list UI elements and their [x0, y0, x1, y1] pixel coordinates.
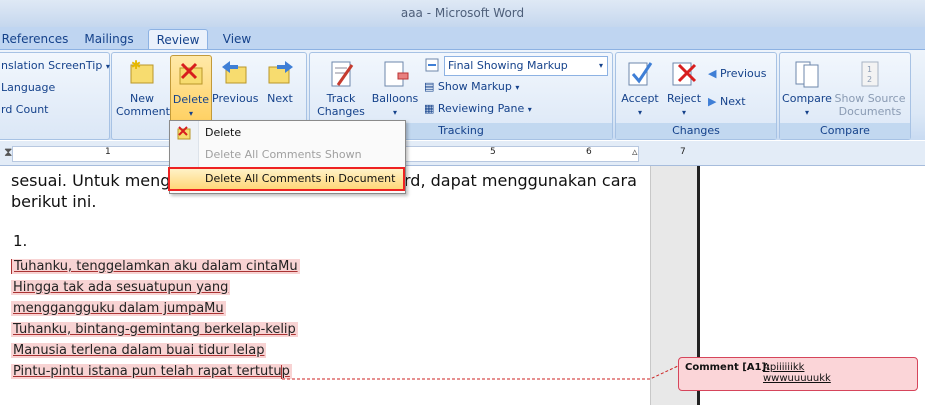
- svg-text:2: 2: [867, 75, 872, 84]
- tab-mailings[interactable]: Mailings: [80, 29, 138, 49]
- reviewing-pane-icon: ▦: [424, 102, 435, 115]
- changes-group-label: Changes: [616, 123, 776, 139]
- new-comment-button[interactable]: ✱ New Comment: [116, 58, 170, 118]
- compare-icon: [792, 59, 822, 89]
- poem-line: Pintu-pintu istana pun telah rapat tertu…: [11, 364, 292, 379]
- show-source-documents-icon: 12: [855, 59, 885, 89]
- poem-line: Manusia terlena dalam buai tidur lelap: [11, 343, 267, 358]
- accept-icon: [625, 59, 655, 89]
- show-markup-icon: ▤: [424, 80, 435, 93]
- display-for-review-icon: [424, 57, 442, 73]
- language-button[interactable]: Language: [1, 79, 55, 97]
- group-compare: Compare ▾ 12 Show Source Documents Compar…: [779, 52, 911, 140]
- body-text-line2: berikut ini.: [11, 192, 97, 211]
- next-comment-button[interactable]: Next: [260, 59, 300, 105]
- ruler-number: 7: [680, 147, 686, 157]
- track-changes-button[interactable]: Track Changes: [314, 59, 368, 118]
- horizontal-ruler[interactable]: ⧗ 1 2 3 4 5 6 7 ▵: [0, 141, 925, 166]
- previous-comment-button[interactable]: Previous: [212, 59, 259, 105]
- markup-mode-select[interactable]: Final Showing Markup ▾: [444, 56, 608, 76]
- tab-view[interactable]: View: [214, 29, 260, 49]
- comment-text: Apiiiiiikk wwwuuuuukk: [763, 362, 831, 384]
- delete-comment-icon: [176, 60, 206, 90]
- balloons-button[interactable]: Balloons ▾: [370, 59, 420, 119]
- menu-item-delete[interactable]: Delete: [170, 123, 403, 143]
- balloons-icon: [380, 59, 410, 89]
- body-text-line1-end: rd, dapat menggunakan cara: [404, 171, 637, 190]
- next-change-icon: ▶: [708, 95, 717, 108]
- indent-marker-icon[interactable]: ⧗: [4, 145, 12, 160]
- poem-line: menggangguku dalam jumpaMu: [11, 301, 226, 316]
- window-title: aaa - Microsoft Word: [400, 6, 525, 20]
- previous-change-button[interactable]: ◀ Previous: [708, 65, 766, 83]
- show-markup-button[interactable]: ▤ Show Markup ▾: [424, 78, 519, 96]
- group-proofing: nslation ScreenTip ▾ Language rd Count: [0, 52, 110, 140]
- previous-change-icon: ◀: [708, 67, 717, 80]
- svg-text:✱: ✱: [131, 59, 141, 72]
- title-bar: aaa - Microsoft Word: [0, 0, 925, 27]
- tab-references[interactable]: References: [0, 29, 70, 49]
- reject-button[interactable]: Reject ▾: [662, 59, 706, 119]
- right-indent-marker-icon[interactable]: ▵: [632, 145, 638, 158]
- poem-line: Tuhanku, tenggelamkan aku dalam cintaMu: [11, 259, 300, 274]
- svg-text:1: 1: [867, 65, 872, 74]
- poem-line: Tuhanku, bintang-gemintang berkelap-keli…: [11, 322, 298, 337]
- compare-button[interactable]: Compare ▾: [782, 59, 832, 119]
- next-change-button[interactable]: ▶ Next: [708, 93, 746, 111]
- accept-button[interactable]: Accept ▾: [618, 59, 662, 119]
- ruler-number: 5: [490, 147, 496, 157]
- menu-item-delete-all-shown[interactable]: Delete All Comments Shown: [170, 145, 403, 165]
- show-source-documents-button[interactable]: 12 Show Source Documents: [832, 59, 908, 118]
- reviewing-pane-button[interactable]: ▦ Reviewing Pane ▾: [424, 100, 532, 118]
- word-count-button[interactable]: rd Count: [1, 101, 48, 119]
- menu-item-delete-all-in-document[interactable]: Delete All Comments in Document: [168, 167, 405, 191]
- comment-balloon[interactable]: Comment [A1]: Apiiiiiikk wwwuuuuukk: [678, 357, 918, 391]
- body-text-line1-start: sesuai. Untuk meng: [11, 171, 171, 190]
- tab-review[interactable]: Review: [148, 29, 208, 50]
- compare-group-label: Compare: [780, 123, 910, 139]
- comment-label: Comment [A1]:: [685, 362, 771, 373]
- track-changes-icon: [326, 59, 356, 89]
- translation-screentip-button[interactable]: nslation ScreenTip ▾: [1, 57, 110, 75]
- next-comment-icon: [265, 59, 295, 89]
- comment-connector-line: [282, 365, 679, 380]
- previous-comment-icon: [220, 59, 250, 89]
- group-changes: Accept ▾ Reject ▾ ◀ Previous ▶ Next Change…: [615, 52, 777, 140]
- list-number: 1.: [13, 232, 28, 250]
- poem-line: Hingga tak ada sesuatupun yang: [11, 280, 231, 295]
- ruler-number: 6: [586, 147, 592, 157]
- new-comment-icon: ✱: [127, 58, 157, 89]
- delete-comment-button[interactable]: Delete ▾: [170, 55, 212, 127]
- delete-dropdown-menu: Delete Delete All Comments Shown Delete …: [168, 120, 406, 194]
- ruler-number: 1: [105, 147, 111, 157]
- ribbon-tabs: References Mailings Review View: [0, 27, 925, 50]
- reject-icon: [669, 59, 699, 89]
